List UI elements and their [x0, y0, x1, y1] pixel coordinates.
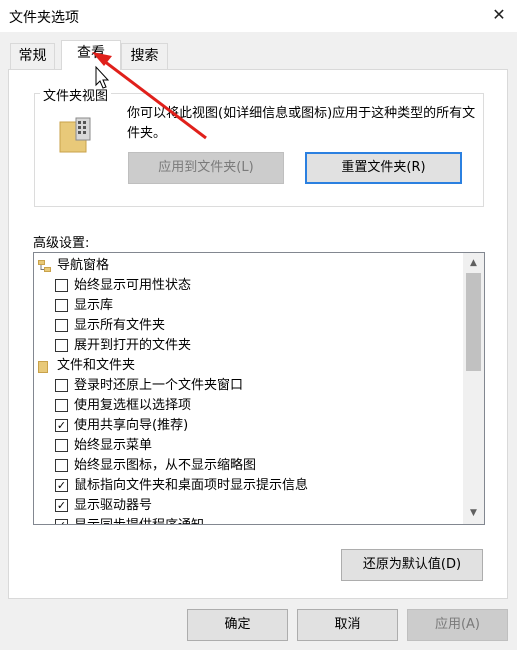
tree-item-label: 使用共享向导(推荐)	[74, 418, 189, 433]
scroll-down-icon[interactable]: ▼	[463, 505, 484, 522]
scrollbar-thumb[interactable]	[466, 273, 481, 371]
tree-item-label: 登录时还原上一个文件夹窗口	[74, 378, 244, 393]
checkbox-checked[interactable]: ✓	[55, 499, 68, 512]
cancel-button[interactable]: 取消	[297, 609, 398, 641]
reset-folders-button[interactable]: 重置文件夹(R)	[305, 152, 462, 184]
checkbox[interactable]	[55, 379, 68, 392]
checkbox-checked[interactable]: ✓	[55, 479, 68, 492]
tab-general[interactable]: 常规	[10, 43, 55, 69]
tree-item-label: 显示驱动器号	[74, 498, 153, 513]
tab-search[interactable]: 搜索	[121, 43, 168, 69]
tree-item-label: 始终显示图标，从不显示缩略图	[74, 458, 257, 473]
tree-group-label: 文件和文件夹	[57, 358, 136, 373]
tree-item-label: 鼠标指向文件夹和桌面项时显示提示信息	[74, 478, 309, 493]
folder-view-icon	[59, 117, 91, 153]
ok-button[interactable]: 确定	[187, 609, 288, 641]
tree-item-label: 展开到打开的文件夹	[74, 338, 192, 353]
checkbox[interactable]	[55, 339, 68, 352]
tree-item-label: 显示库	[74, 298, 114, 313]
tree-group-label: 导航窗格	[57, 258, 110, 273]
tree-item-label: 显示所有文件夹	[74, 318, 166, 333]
scroll-up-icon[interactable]: ▲	[463, 255, 484, 272]
tree-scrollbar[interactable]: ▲ ▼	[463, 253, 484, 524]
tab-view[interactable]: 查看	[61, 40, 121, 70]
advanced-settings-label: 高级设置:	[33, 236, 90, 251]
folder-views-legend: 文件夹视图	[40, 85, 112, 104]
close-icon[interactable]: ✕	[488, 4, 510, 26]
tree-item-label: 使用复选框以选择项	[74, 398, 192, 413]
checkbox[interactable]	[55, 399, 68, 412]
restore-defaults-button[interactable]: 还原为默认值(D)	[341, 549, 483, 581]
checkbox[interactable]	[55, 459, 68, 472]
apply-to-folders-button[interactable]: 应用到文件夹(L)	[128, 152, 284, 184]
checkbox[interactable]	[55, 319, 68, 332]
checkbox-checked[interactable]: ✓	[55, 519, 68, 524]
tree-item-label: 显示同步提供程序通知	[74, 516, 204, 524]
folder-icon	[38, 361, 48, 373]
checkbox-checked[interactable]: ✓	[55, 419, 68, 432]
tree-item-label: 始终显示可用性状态	[74, 278, 192, 293]
apply-button[interactable]: 应用(A)	[407, 609, 508, 641]
checkbox[interactable]	[55, 279, 68, 292]
nav-pane-icon	[38, 260, 51, 272]
window-title: 文件夹选项	[9, 10, 79, 26]
tree-item-label: 始终显示菜单	[74, 438, 153, 453]
folder-views-description: 你可以将此视图(如详细信息或图标)应用于这种类型的所有文件夹。	[127, 106, 476, 141]
checkbox[interactable]	[55, 299, 68, 312]
advanced-settings-tree[interactable]: 导航窗格 始终显示可用性状态 显示库 显示所有文件夹 展开到打开的文件夹 文件和…	[33, 252, 485, 525]
checkbox[interactable]	[55, 439, 68, 452]
